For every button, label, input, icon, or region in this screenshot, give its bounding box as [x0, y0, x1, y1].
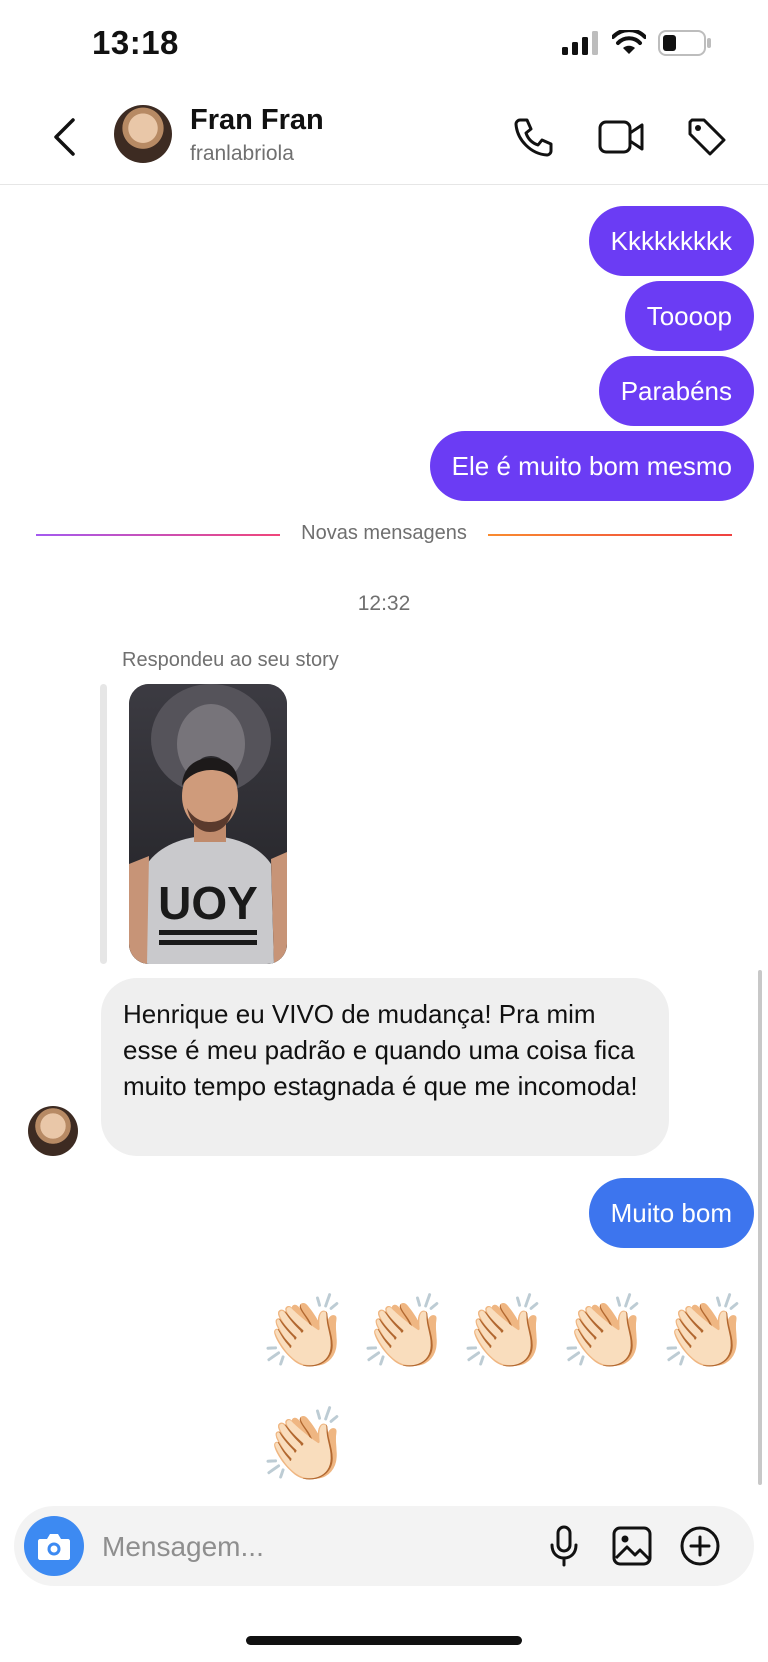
- camera-button[interactable]: [24, 1516, 84, 1576]
- back-chevron-icon: [54, 118, 75, 156]
- clapping-hands-emoji: 👏🏻: [652, 1280, 750, 1384]
- scrollbar[interactable]: [758, 970, 762, 1485]
- clapping-hands-glyph: 👏🏻: [260, 1406, 350, 1486]
- gallery-button[interactable]: [610, 1524, 654, 1568]
- battery-icon: [658, 30, 711, 56]
- reply-quote-bar: [100, 684, 107, 964]
- clapping-hands-emoji: 👏🏻: [352, 1280, 450, 1384]
- message-bubble-outgoing[interactable]: Muito bom: [588, 1178, 754, 1248]
- clapping-hands-glyph: 👏🏻: [260, 1293, 350, 1373]
- clapping-hands-glyph: 👏🏻: [560, 1293, 650, 1373]
- new-messages-divider: Novas mensagens: [36, 522, 732, 552]
- message-composer: [14, 1506, 754, 1586]
- message-input[interactable]: [100, 1524, 524, 1570]
- clapping-hands-glyph: 👏🏻: [360, 1293, 450, 1373]
- status-icons: [562, 30, 712, 56]
- message-bubble-incoming[interactable]: Henrique eu VIVO de mudança! Pra mim ess…: [101, 978, 669, 1156]
- contact-avatar[interactable]: [114, 105, 172, 163]
- clapping-hands-emoji: 👏🏻: [452, 1280, 550, 1384]
- contact-name[interactable]: Fran Fran: [190, 104, 324, 137]
- message-bubble-outgoing[interactable]: Parabéns: [598, 356, 754, 426]
- clapping-hands-glyph: 👏🏻: [660, 1293, 750, 1373]
- shirt-print-text: UOY: [158, 877, 258, 929]
- back-button[interactable]: [44, 112, 84, 162]
- clapping-hands-glyph: 👏🏻: [460, 1293, 550, 1373]
- tag-button[interactable]: [682, 112, 732, 162]
- message-bubble-outgoing[interactable]: Toooop: [624, 281, 754, 351]
- status-bar: 13:18: [0, 0, 768, 90]
- home-indicator[interactable]: [246, 1636, 522, 1645]
- wifi-icon: [612, 30, 646, 54]
- phone-icon: [514, 118, 553, 157]
- gallery-icon: [612, 1526, 652, 1566]
- contact-username[interactable]: franlabriola: [190, 142, 294, 166]
- clapping-hands-emoji: 👏🏻: [552, 1280, 650, 1384]
- voice-message-button[interactable]: [542, 1524, 586, 1568]
- sender-avatar[interactable]: [28, 1106, 78, 1156]
- message-bubble-outgoing[interactable]: Kkkkkkkkk: [588, 206, 754, 276]
- video-call-button[interactable]: [596, 112, 646, 162]
- status-time: 13:18: [92, 24, 179, 61]
- message-timestamp: 12:32: [357, 592, 411, 615]
- add-icon: [680, 1526, 720, 1566]
- clapping-hands-emoji: 👏🏻: [252, 1280, 350, 1384]
- video-call-icon: [598, 120, 644, 154]
- call-button[interactable]: [508, 112, 558, 162]
- microphone-icon: [550, 1525, 578, 1567]
- message-bubble-outgoing[interactable]: Ele é muito bom mesmo: [429, 431, 754, 501]
- tag-icon: [688, 118, 726, 156]
- chat-header: Fran Fran franlabriola: [0, 90, 768, 185]
- divider-line-right: [488, 534, 732, 536]
- story-photo: UOY: [129, 684, 287, 964]
- camera-icon: [38, 1534, 70, 1560]
- clapping-hands-emoji: 👏🏻: [252, 1393, 350, 1497]
- signal-icon: [562, 31, 598, 55]
- story-reply-label: Respondeu ao seu story: [122, 649, 339, 671]
- add-button[interactable]: [678, 1524, 722, 1568]
- story-thumbnail[interactable]: UOY: [129, 684, 287, 964]
